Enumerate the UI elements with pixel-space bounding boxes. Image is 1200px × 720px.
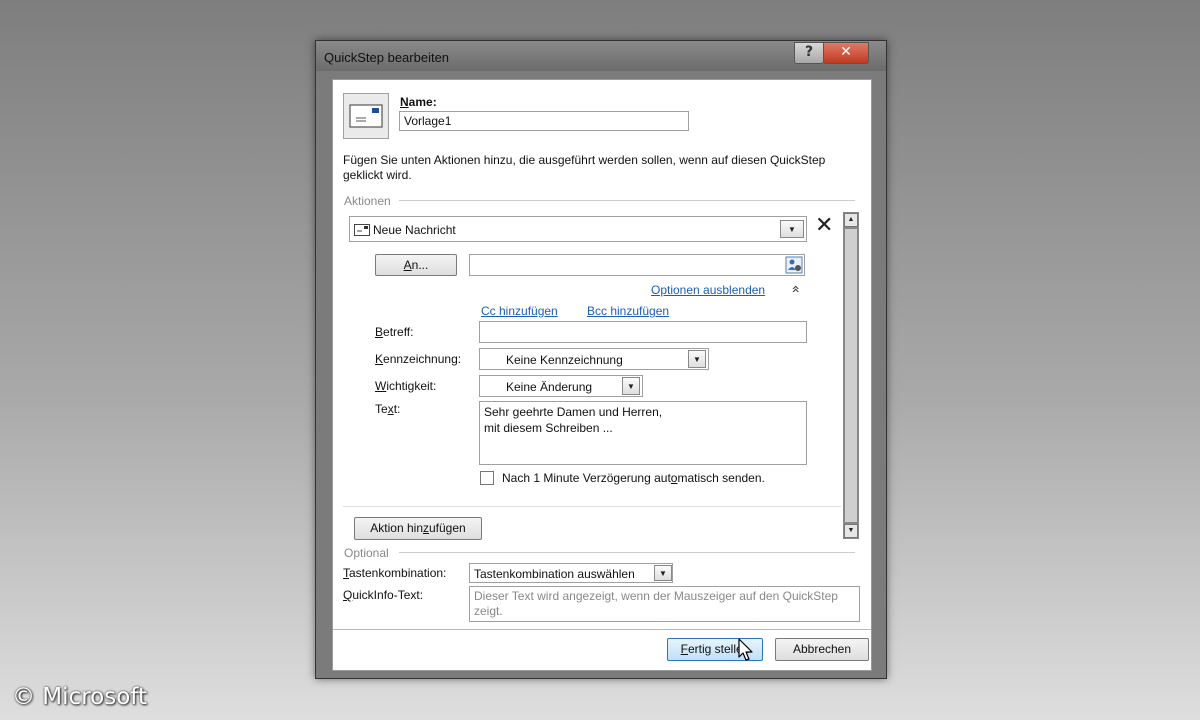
action-type-select[interactable]: Neue Nachricht ▼: [349, 216, 807, 242]
footer-divider: [333, 629, 871, 630]
shortcut-select[interactable]: Tastenkombination auswählen ▼: [469, 563, 673, 583]
tooltip-input[interactable]: Dieser Text wird angezeigt, wenn der Mau…: [469, 586, 860, 622]
text-area[interactable]: Sehr geehrte Damen und Herren, mit diese…: [479, 401, 807, 465]
name-input[interactable]: Vorlage1: [399, 111, 689, 131]
to-input[interactable]: [469, 254, 805, 276]
importance-label: Wichtigkeit:: [375, 379, 437, 393]
add-action-button[interactable]: Aktion hinzufügen: [354, 517, 482, 540]
address-book-icon[interactable]: [785, 256, 803, 274]
actions-scrollbar[interactable]: ▲ ▼: [843, 212, 859, 539]
name-label: Name:: [400, 95, 437, 109]
subject-input[interactable]: [479, 321, 807, 343]
envelope-icon: [354, 224, 370, 236]
tooltip-label: QuickInfo-Text:: [343, 588, 424, 602]
subject-label: Betreff:: [375, 325, 414, 339]
remove-action-icon[interactable]: ✕: [815, 213, 833, 238]
dialog-body: Name: Vorlage1 Fügen Sie unten Aktionen …: [332, 79, 872, 671]
chevron-down-icon[interactable]: ▼: [688, 350, 706, 368]
optional-divider: [399, 552, 855, 553]
optional-section-label: Optional: [344, 546, 389, 560]
to-button[interactable]: An...: [375, 254, 457, 276]
scroll-up-arrow-icon[interactable]: ▲: [844, 213, 858, 227]
mouse-cursor-icon: [738, 638, 753, 661]
chevron-down-icon[interactable]: ▼: [622, 377, 640, 395]
flag-select[interactable]: Keine Kennzeichnung ▼: [479, 348, 709, 370]
importance-value: Keine Änderung: [506, 380, 593, 394]
instructions-text: Fügen Sie unten Aktionen hinzu, die ausg…: [343, 153, 826, 182]
actions-section-label: Aktionen: [344, 194, 391, 208]
hide-options-link[interactable]: Optionen ausblenden: [651, 283, 765, 297]
action-type-value: Neue Nachricht: [373, 223, 456, 237]
text-label: Text:: [375, 402, 401, 416]
close-button[interactable]: ✕: [823, 42, 869, 64]
delay-label: Nach 1 Minute Verzögerung automatisch se…: [502, 471, 765, 485]
title-bar: QuickStep bearbeiten ? ✕: [316, 41, 886, 71]
scroll-thumb[interactable]: [844, 228, 858, 523]
help-button[interactable]: ?: [794, 42, 824, 64]
window-title: QuickStep bearbeiten: [324, 50, 450, 65]
delay-checkbox[interactable]: [480, 471, 494, 485]
quickstep-dialog: QuickStep bearbeiten ? ✕ Name: Vorlage1 …: [315, 40, 887, 679]
chevron-down-icon[interactable]: ▼: [780, 220, 804, 238]
copyright-watermark: © Microsoft: [12, 684, 147, 710]
shortcut-label: Tastenkombination:: [343, 566, 447, 580]
actions-bottom-divider: [343, 506, 841, 507]
flag-value: Keine Kennzeichnung: [506, 353, 623, 367]
add-bcc-link[interactable]: Bcc hinzufügen: [587, 304, 669, 318]
cancel-button[interactable]: Abbrechen: [775, 638, 869, 661]
importance-select[interactable]: Keine Änderung ▼: [479, 375, 643, 397]
double-chevron-up-icon[interactable]: «: [787, 285, 803, 294]
scroll-down-arrow-icon[interactable]: ▼: [844, 524, 858, 538]
actions-divider: [399, 200, 855, 201]
flag-label: Kennzeichnung:: [375, 352, 462, 366]
chevron-down-icon[interactable]: ▼: [654, 565, 672, 581]
add-cc-link[interactable]: Cc hinzufügen: [481, 304, 558, 318]
template-icon-button[interactable]: [343, 93, 389, 139]
envelope-icon: [349, 104, 383, 128]
shortcut-value: Tastenkombination auswählen: [474, 567, 635, 581]
